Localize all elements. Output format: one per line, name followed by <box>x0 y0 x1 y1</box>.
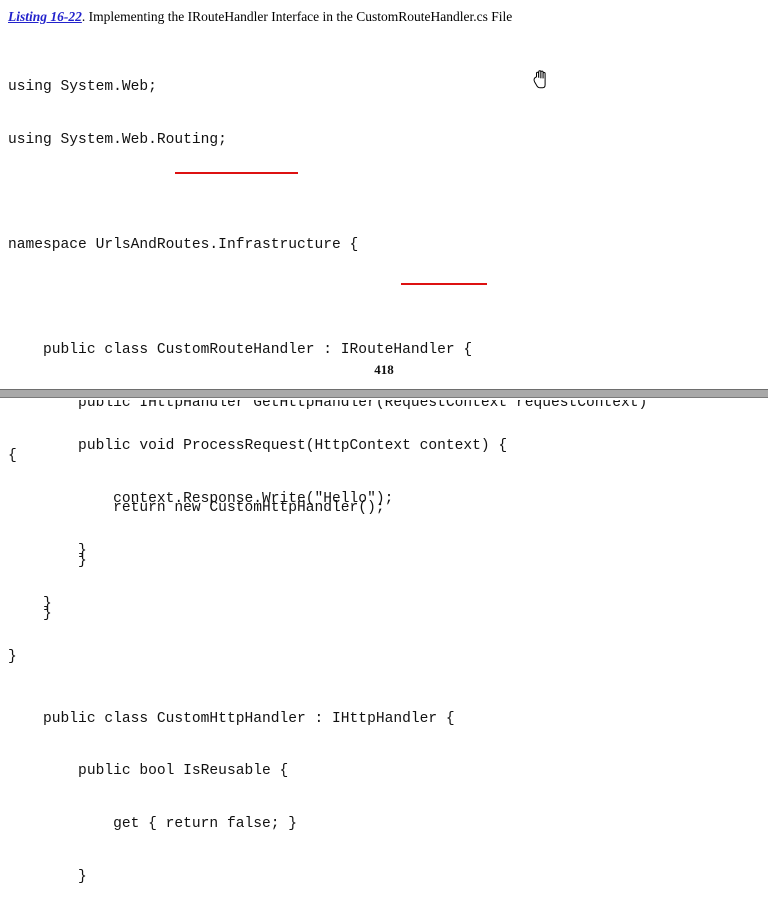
page-break-separator <box>0 389 768 400</box>
open-hand-cursor-icon <box>531 68 551 90</box>
code-line: public class CustomRouteHandler : IRoute… <box>8 342 473 359</box>
code-line: using System.Web; <box>8 79 157 96</box>
caption-description: Implementing the IRouteHandler Interface… <box>85 9 513 24</box>
code-line: context.Response.Write("Hello"); <box>8 490 394 507</box>
code-line: namespace UrlsAndRoutes.Infrastructure { <box>8 237 359 254</box>
listing-reference-link[interactable]: Listing 16-22 <box>8 9 82 24</box>
listing-caption: Listing 16-22. Implementing the IRouteHa… <box>8 9 512 25</box>
red-underline-annotation-2 <box>401 283 487 285</box>
page-break-band <box>0 390 768 397</box>
code-line: get { return false; } <box>8 816 298 833</box>
code-line: public bool IsReusable { <box>8 763 289 780</box>
code-line: } <box>8 648 17 665</box>
code-line: } <box>8 543 87 560</box>
code-line: } <box>8 596 52 613</box>
page-number: 418 <box>374 362 394 377</box>
red-underline-annotation-1 <box>175 172 298 174</box>
code-listing-bottom: public void ProcessRequest(HttpContext c… <box>8 403 507 684</box>
page-break-gap <box>0 398 768 400</box>
code-line: using System.Web.Routing; <box>8 131 227 148</box>
code-line: public class CustomHttpHandler : IHttpHa… <box>8 710 455 727</box>
code-line: } <box>8 868 87 885</box>
code-line: public void ProcessRequest(HttpContext c… <box>8 438 508 455</box>
